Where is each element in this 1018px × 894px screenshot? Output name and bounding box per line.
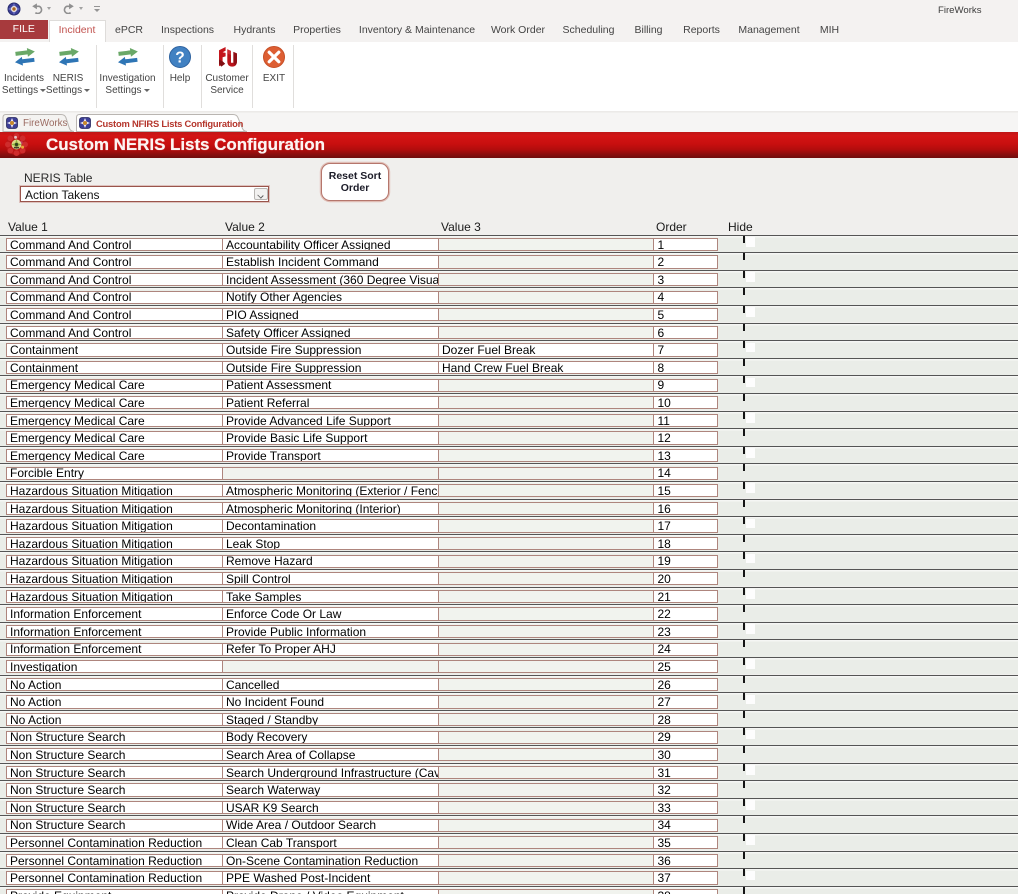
svg-text:?: ? <box>175 50 184 67</box>
